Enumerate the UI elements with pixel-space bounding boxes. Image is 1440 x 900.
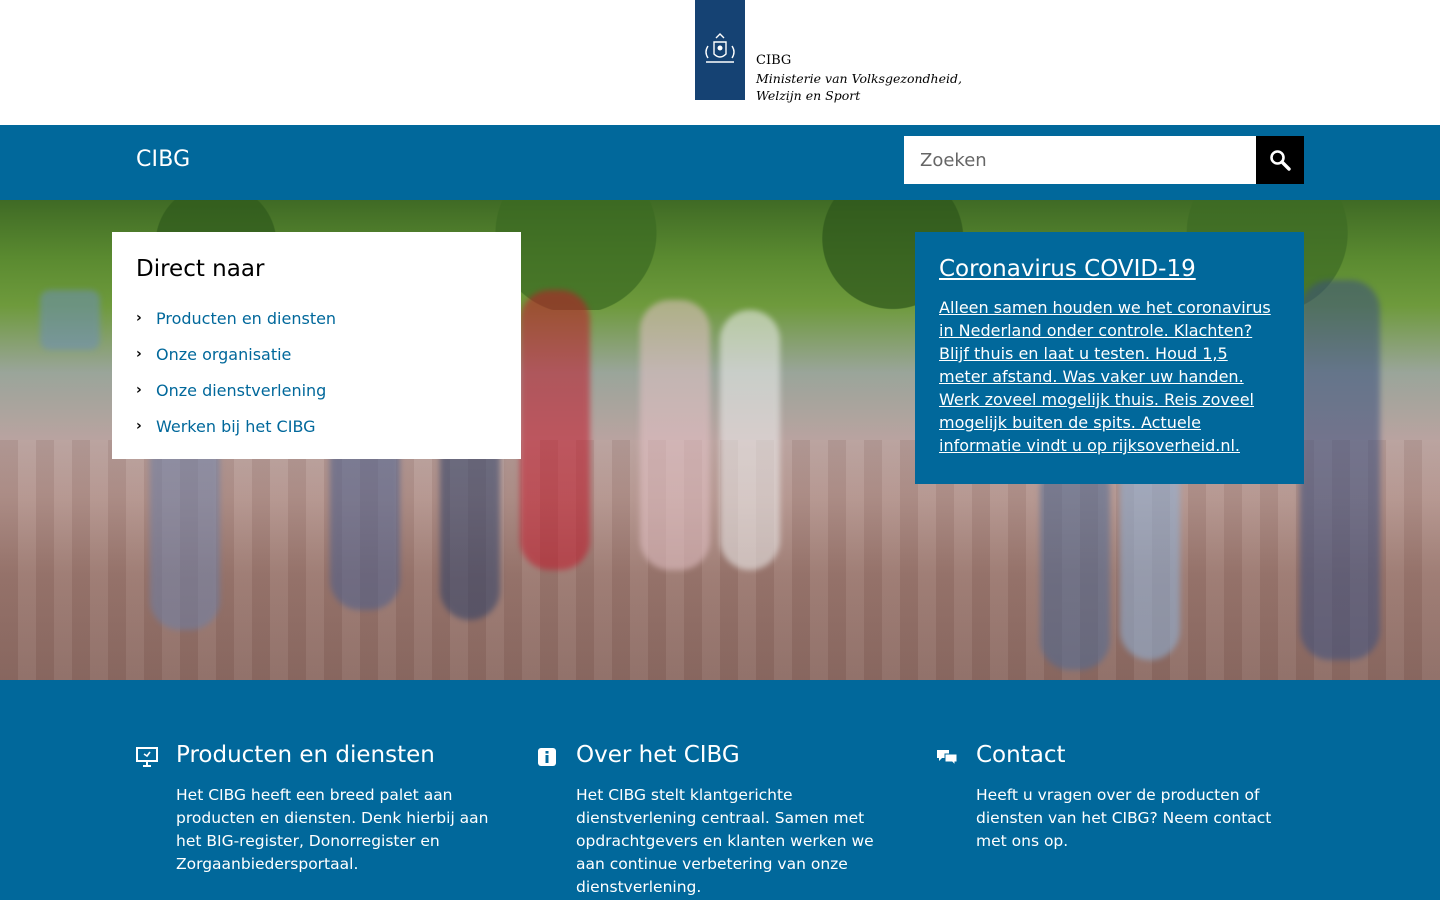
info-icon	[538, 748, 556, 766]
direct-naar-list: › Producten en diensten › Onze organisatie…	[136, 300, 497, 444]
search-icon	[1270, 150, 1291, 171]
direct-link-label: Onze organisatie	[156, 344, 292, 364]
hero-person	[520, 290, 590, 570]
direct-link-label: Onze dienstverlening	[156, 380, 327, 400]
hero-person	[1300, 280, 1380, 660]
search-button[interactable]	[1256, 136, 1304, 184]
direct-naar-panel: Direct naar › Producten en diensten › Onze…	[112, 232, 521, 459]
site-header: CIBG Ministerie van Volksgezondheid, Wel…	[0, 0, 1440, 125]
search-input[interactable]	[904, 136, 1256, 184]
hero-car	[40, 290, 100, 350]
card-text: Het CIBG stelt klantgerichte dienstverle…	[576, 786, 874, 896]
highlights-section: Producten en diensten Het CIBG heeft een…	[0, 680, 1440, 900]
chevron-right-icon: ›	[136, 382, 142, 398]
chevron-right-icon: ›	[136, 346, 142, 362]
card-title-link[interactable]: Producten en diensten	[176, 742, 435, 768]
monitor-icon	[136, 747, 158, 767]
hero-person	[640, 300, 710, 570]
card-title-link[interactable]: Over het CIBG	[576, 742, 740, 768]
logo-org-name: CIBG	[756, 53, 792, 68]
corona-notice-link[interactable]: Coronavirus COVID-19 Alleen samen houden…	[915, 232, 1304, 484]
hero-person	[150, 430, 220, 630]
card-text: Het CIBG heeft een breed palet aan produ…	[176, 786, 489, 873]
direct-naar-title: Direct naar	[136, 256, 265, 282]
chevron-right-icon: ›	[136, 418, 142, 434]
direct-link-label: Werken bij het CIBG	[156, 416, 316, 436]
direct-link-label: Producten en diensten	[156, 308, 337, 328]
logo-ministry-line2: Welzijn en Sport	[756, 88, 861, 103]
corona-title: Coronavirus COVID-19	[939, 256, 1196, 282]
hero-person	[1040, 460, 1110, 670]
rijksoverheid-logo[interactable]	[695, 0, 745, 100]
logo-wordmark: CIBG Ministerie van Volksgezondheid, Wel…	[756, 52, 962, 105]
logo-ministry-line1: Ministerie van Volksgezondheid,	[756, 70, 962, 86]
corona-text: Alleen samen houden we het coronavirus i…	[939, 298, 1271, 455]
direct-link-dienstverlening[interactable]: › Onze dienstverlening	[136, 372, 497, 408]
coat-of-arms-icon	[705, 33, 735, 63]
card-text: Heeft u vragen over de producten of dien…	[976, 786, 1272, 850]
chat-icon	[937, 750, 958, 767]
direct-link-organisatie[interactable]: › Onze organisatie	[136, 336, 497, 372]
hero-person	[720, 310, 780, 570]
direct-link-producten[interactable]: › Producten en diensten	[136, 300, 497, 336]
chevron-right-icon: ›	[136, 310, 142, 326]
site-title-link[interactable]: CIBG	[136, 147, 190, 172]
direct-link-werken[interactable]: › Werken bij het CIBG	[136, 408, 497, 444]
card-title-link[interactable]: Contact	[976, 742, 1065, 768]
